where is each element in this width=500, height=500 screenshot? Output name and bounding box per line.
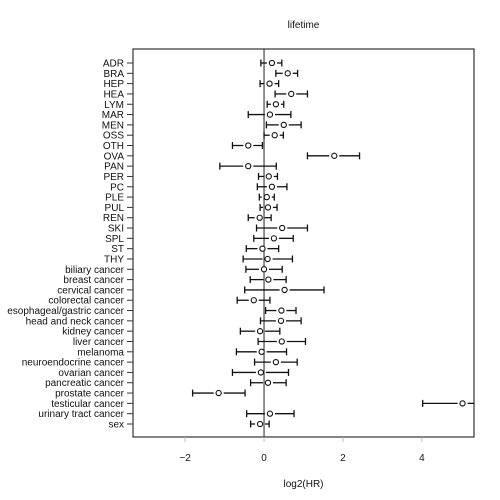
forest-row <box>257 337 307 345</box>
point-estimate <box>459 400 466 407</box>
point-estimate <box>258 348 265 355</box>
point-estimate <box>266 111 274 118</box>
forest-row <box>249 379 287 387</box>
forest-row <box>258 193 275 201</box>
forest-row <box>264 307 297 315</box>
forest-row <box>263 131 285 139</box>
forest-row <box>306 152 361 160</box>
x-axis-label: log2(HR) <box>283 479 323 490</box>
forest-row <box>257 172 279 180</box>
y-tick-label: sex <box>108 420 124 431</box>
forest-row <box>219 162 277 170</box>
forest-row <box>246 410 295 418</box>
forest-row <box>266 100 285 108</box>
forest-row <box>231 368 290 376</box>
forest-row <box>231 142 264 150</box>
point-estimate <box>259 245 266 252</box>
point-estimate <box>265 173 272 180</box>
x-axis: −2 0 2 4 <box>179 437 425 464</box>
chart-title: lifetime <box>288 20 320 31</box>
forest-row <box>242 255 294 263</box>
point-estimate <box>256 420 264 428</box>
point-estimate <box>278 307 285 314</box>
forest-row <box>239 327 281 335</box>
forest-row <box>265 121 302 129</box>
point-estimate <box>281 286 288 294</box>
forest-row <box>245 265 283 273</box>
y-axis: ADRBRAHEPHEALYMMARMENOSSOTHOVAPANPERPCPL… <box>7 59 133 431</box>
forest-row <box>244 286 325 294</box>
point-estimate <box>284 70 291 77</box>
forest-row <box>235 348 288 356</box>
point-estimate <box>272 358 280 366</box>
point-estimate <box>250 297 257 304</box>
forest-row <box>249 420 270 428</box>
point-estimate <box>271 132 278 139</box>
forest-row <box>253 234 294 242</box>
forest-row <box>253 358 298 366</box>
forest-row <box>259 317 302 325</box>
forest-row <box>259 203 278 211</box>
point-estimate <box>278 338 285 345</box>
forest-row <box>256 183 288 191</box>
point-estimate <box>260 266 268 273</box>
point-estimate <box>270 235 278 242</box>
point-estimate <box>268 183 276 190</box>
point-estimate <box>266 80 273 87</box>
x-tick-label: 2 <box>340 453 346 464</box>
forest-row <box>245 245 280 253</box>
data-marks <box>191 59 474 428</box>
point-estimate <box>272 101 280 108</box>
point-estimate <box>263 193 270 201</box>
x-tick-label: 4 <box>419 453 425 464</box>
forest-row <box>422 399 474 407</box>
plot-box <box>132 48 475 438</box>
point-estimate <box>264 379 272 386</box>
point-estimate <box>264 204 272 211</box>
point-estimate <box>280 121 287 129</box>
point-estimate <box>256 328 264 335</box>
forest-row <box>275 69 299 77</box>
forest-row <box>247 111 292 119</box>
point-estimate <box>256 214 263 221</box>
point-estimate <box>257 369 265 376</box>
forest-plot: lifetime ADRBRAHEPHEALYMMARMENOSSOTHOVAP… <box>7 20 475 490</box>
point-estimate <box>277 317 285 325</box>
forest-row <box>259 80 280 88</box>
point-estimate <box>279 224 286 232</box>
point-estimate <box>215 389 222 397</box>
forest-row <box>191 389 246 397</box>
x-tick-label: 0 <box>261 453 267 464</box>
point-estimate <box>264 255 271 263</box>
point-estimate <box>268 59 276 67</box>
point-estimate <box>245 162 252 170</box>
forest-row <box>274 90 309 98</box>
point-estimate <box>265 276 272 283</box>
point-estimate <box>288 90 295 98</box>
forest-row <box>247 214 272 222</box>
point-estimate <box>331 152 338 159</box>
point-estimate <box>245 142 252 149</box>
x-tick-label: −2 <box>179 453 191 464</box>
point-estimate <box>266 410 274 417</box>
forest-row <box>249 276 287 284</box>
forest-row <box>236 296 271 304</box>
